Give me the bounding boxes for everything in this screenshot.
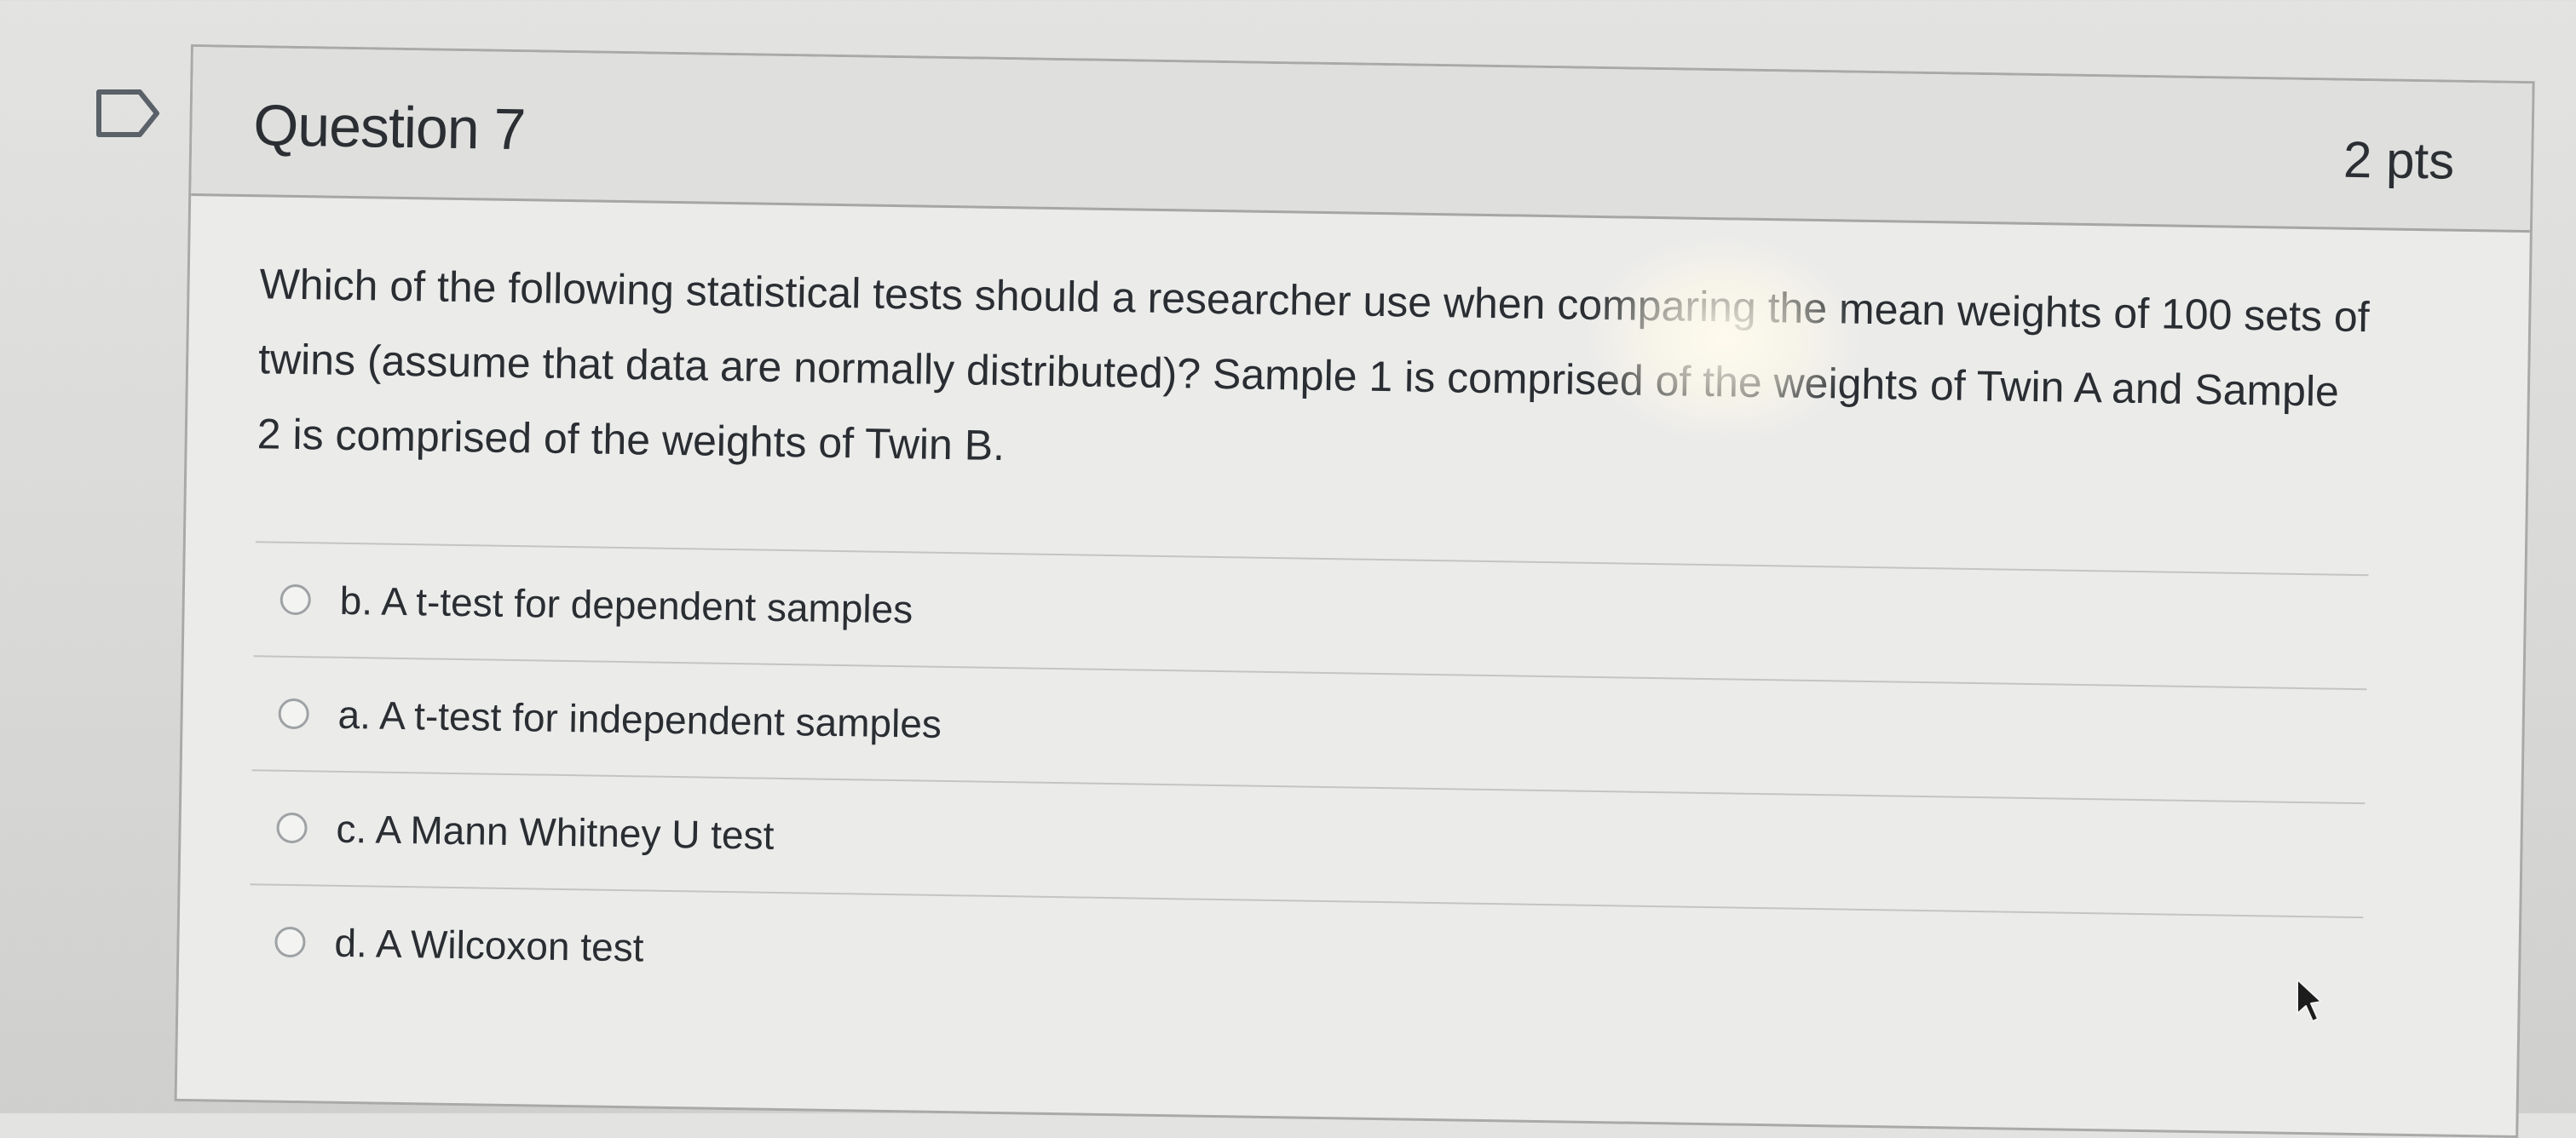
question-text: Which of the following statistical tests… — [256, 260, 2371, 470]
answer-label: a. A t-test for independent samples — [337, 692, 942, 746]
question-card: Question 7 2 pts Which of the following … — [174, 44, 2535, 1138]
flag-question-icon[interactable] — [95, 89, 162, 138]
question-points: 2 pts — [2343, 130, 2455, 190]
question-body: Which of the following statistical tests… — [178, 196, 2529, 1033]
radio-button[interactable] — [279, 583, 312, 616]
answer-label: b. A t-test for dependent samples — [339, 578, 913, 632]
radio-button[interactable] — [274, 926, 306, 958]
answer-list: b. A t-test for dependent samples a. A t… — [248, 541, 2369, 1032]
mouse-cursor-icon — [2297, 979, 2322, 1022]
answer-label: c. A Mann Whitney U test — [336, 806, 775, 858]
question-title: Question 7 — [252, 93, 526, 163]
radio-button[interactable] — [276, 812, 308, 844]
radio-button[interactable] — [278, 698, 309, 730]
answer-label: d. A Wilcoxon test — [334, 920, 644, 970]
